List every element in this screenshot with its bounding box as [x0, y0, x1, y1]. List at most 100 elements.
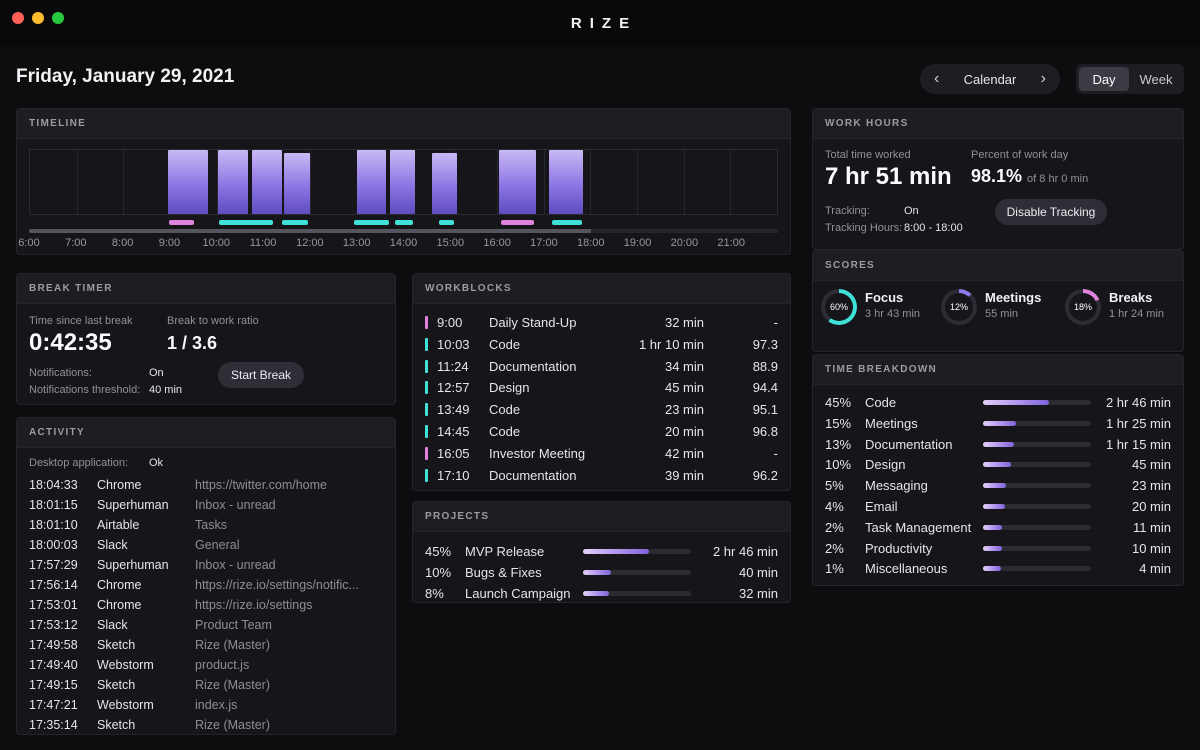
timeline-hour-label: 11:00 [250, 237, 277, 249]
workblock-time: 9:00 [437, 315, 462, 330]
breakdown-name: Messaging [865, 478, 928, 493]
breakdown-bar-fill [983, 421, 1016, 426]
activity-app: Chrome [97, 578, 141, 592]
breakdown-duration: 2 hr 46 min [1106, 395, 1171, 410]
breakdown-row: 13%Documentation1 hr 15 min [813, 435, 1183, 456]
timeline-hour-label: 18:00 [577, 237, 605, 249]
breakdown-duration: 1 hr 25 min [1106, 416, 1171, 431]
day-week-toggle: Day Week [1076, 64, 1184, 94]
timeline-activity-bar [218, 150, 249, 214]
workblock-duration: 32 min [665, 315, 704, 330]
workblock-duration: 45 min [665, 380, 704, 395]
workblock-score: 97.3 [753, 337, 778, 352]
workblock-row: 12:57Design45 min94.4 [413, 377, 790, 399]
scores-title: SCORES [825, 260, 875, 271]
timeline-hour-label: 13:00 [343, 237, 371, 249]
score-name: Breaks [1109, 290, 1164, 305]
breakdown-name: Productivity [865, 541, 932, 556]
chevron-left-icon[interactable]: ‹ [934, 71, 939, 87]
breakdown-name: Miscellaneous [865, 561, 947, 576]
activity-row: 17:49:58SketchRize (Master) [17, 635, 395, 655]
breakdown-duration: 1 hr 15 min [1106, 437, 1171, 452]
workblock-name: Documentation [489, 359, 576, 374]
workblocks-title: WORKBLOCKS [425, 283, 512, 294]
workblock-duration: 42 min [665, 446, 704, 461]
page-date: Friday, January 29, 2021 [16, 66, 234, 88]
timeline-workblock-marker [282, 220, 309, 225]
timeline-activity-bar [390, 150, 415, 214]
activity-detail: https://rize.io/settings/notific... [195, 578, 389, 592]
activity-time: 17:49:15 [29, 678, 78, 692]
timeline-gridline [637, 150, 638, 214]
calendar-button[interactable]: Calendar [964, 72, 1017, 87]
activity-list[interactable]: 18:04:33Chromehttps://twitter.com/home18… [17, 475, 395, 732]
timeline-track [29, 229, 778, 233]
timeline-hour-label: 12:00 [296, 237, 324, 249]
activity-detail: Tasks [195, 518, 389, 532]
breakdown-bar-fill [983, 525, 1002, 530]
tab-day[interactable]: Day [1079, 67, 1129, 91]
activity-row: 18:01:15SuperhumanInbox - unread [17, 495, 395, 515]
work-hours-title: WORK HOURS [825, 118, 909, 129]
workblock-name: Code [489, 337, 520, 352]
workblock-name: Documentation [489, 468, 576, 483]
breakdown-list: 45%Code2 hr 46 min15%Meetings1 hr 25 min… [813, 393, 1183, 580]
chevron-right-icon[interactable]: › [1041, 71, 1046, 87]
activity-detail: index.js [195, 698, 389, 712]
work-hours-panel: WORK HOURS Total time worked 7 hr 51 min… [812, 108, 1184, 250]
workblock-row: 11:24Documentation34 min88.9 [413, 356, 790, 378]
workblock-color-bar [425, 316, 428, 329]
activity-time: 18:00:03 [29, 538, 78, 552]
score-item-focus: 60%Focus3 hr 43 min [821, 289, 939, 329]
desktop-application-label: Desktop application: [29, 457, 128, 469]
timeline-hour-label: 9:00 [159, 237, 180, 249]
timeline-activity-bar [357, 150, 386, 214]
timeline-chart [29, 149, 778, 215]
workblock-name: Investor Meeting [489, 446, 585, 461]
score-percent: 18% [1069, 293, 1097, 321]
percent-of-work-day-row: 98.1% of 8 hr 0 min [971, 166, 1088, 187]
start-break-button[interactable]: Start Break [218, 362, 304, 388]
activity-detail: Inbox - unread [195, 558, 389, 572]
workblock-duration: 20 min [665, 424, 704, 439]
breakdown-name: Task Management [865, 520, 971, 535]
app-title: RIZE [0, 15, 1200, 32]
workblock-duration: 39 min [665, 468, 704, 483]
timeline-activity-bar [284, 153, 310, 214]
breakdown-bar-track [983, 525, 1091, 530]
timeline-hour-label: 15:00 [437, 237, 465, 249]
disable-tracking-button[interactable]: Disable Tracking [995, 199, 1107, 225]
project-bar-track [583, 570, 691, 575]
activity-detail: https://rize.io/settings [195, 598, 389, 612]
breakdown-duration: 11 min [1133, 520, 1171, 535]
timeline-hour-label: 17:00 [530, 237, 558, 249]
timeline-workblock-marker [439, 220, 454, 225]
breakdown-bar-track [983, 504, 1091, 509]
timeline-markers [29, 220, 778, 225]
workblock-name: Code [489, 402, 520, 417]
projects-title: PROJECTS [425, 511, 489, 522]
breakdown-percent: 2% [825, 520, 844, 535]
timeline-hour-label: 20:00 [671, 237, 699, 249]
activity-row: 17:35:14SketchRize (Master) [17, 715, 395, 732]
breakdown-bar-track [983, 421, 1091, 426]
timeline-gridline [684, 150, 685, 214]
project-name: MVP Release [465, 544, 544, 559]
breakdown-row: 5%Messaging23 min [813, 476, 1183, 497]
workblock-score: 96.8 [753, 424, 778, 439]
tracking-hours-value: 8:00 - 18:00 [904, 222, 963, 234]
break-ratio-label: Break to work ratio [167, 315, 259, 327]
workblock-duration: 34 min [665, 359, 704, 374]
activity-time: 18:01:10 [29, 518, 78, 532]
timeline-panel-header: TIMELINE [17, 109, 790, 139]
breakdown-duration: 10 min [1132, 541, 1171, 556]
timeline-hour-label: 7:00 [65, 237, 86, 249]
tab-week[interactable]: Week [1131, 67, 1181, 91]
workblock-name: Daily Stand-Up [489, 315, 576, 330]
score-text: Focus3 hr 43 min [865, 290, 920, 320]
breakdown-percent: 4% [825, 499, 844, 514]
project-bar-track [583, 549, 691, 554]
work-hours-panel-header: WORK HOURS [813, 109, 1183, 139]
score-name: Focus [865, 290, 920, 305]
breakdown-name: Code [865, 395, 896, 410]
